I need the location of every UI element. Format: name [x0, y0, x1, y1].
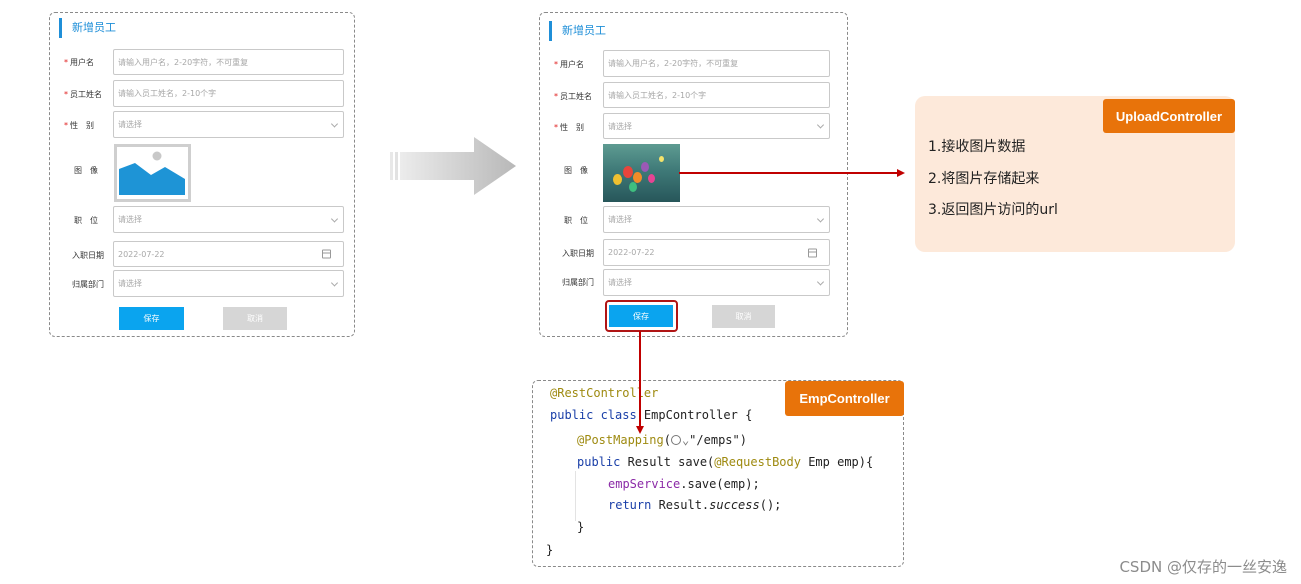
label-name: * 员工姓名	[554, 92, 592, 101]
calendar-icon	[808, 248, 817, 257]
chevron-down-icon	[816, 121, 825, 129]
balloon-icon	[641, 162, 649, 172]
chevron-down-icon	[330, 119, 339, 128]
code-line: public class EmpController {	[550, 408, 753, 422]
label-entry-date: 入职日期	[72, 251, 104, 260]
label-image: 图 像	[74, 166, 98, 175]
entry-date-picker[interactable]: 2022-07-22	[113, 241, 344, 267]
form-panel-before: 新增员工 * 用户名 请输入用户名，2-20字符，不可重复 * 员工姓名 请输入员工…	[49, 12, 355, 337]
code-line: @PostMapping(⌄"/emps")	[577, 433, 747, 447]
balloon-icon	[648, 174, 655, 183]
upload-controller-tag: UploadController	[1103, 99, 1235, 133]
dept-select[interactable]: 请选择	[603, 269, 830, 296]
upload-step-1: 1.接收图片数据	[928, 139, 1026, 155]
job-select[interactable]: 请选择	[113, 206, 344, 233]
watermark: CSDN @仅存的一丝安逸	[1119, 558, 1287, 576]
save-button[interactable]: 保存	[119, 307, 184, 330]
label-job: 职 位	[74, 216, 98, 225]
upload-step-2: 2.将图片存储起来	[928, 171, 1040, 187]
calendar-icon	[322, 249, 331, 259]
code-line: @RestController	[550, 386, 659, 400]
job-select[interactable]: 请选择	[603, 206, 830, 233]
emp-controller-tag: EmpController	[785, 381, 904, 416]
label-gender: * 性 别	[554, 123, 584, 132]
chevron-down-icon	[816, 214, 825, 223]
transition-arrow	[390, 137, 516, 195]
balloon-icon	[613, 174, 622, 185]
label-dept: 归属部门	[562, 278, 594, 287]
balloon-icon	[659, 156, 664, 162]
code-line: public Result save(@RequestBody Emp emp)…	[577, 455, 874, 469]
dept-select[interactable]: 请选择	[113, 270, 344, 297]
username-input[interactable]: 请输入用户名，2-20字符，不可重复	[603, 50, 830, 77]
label-entry-date: 入职日期	[562, 249, 594, 258]
label-username: * 用户名	[554, 60, 584, 69]
name-input[interactable]: 请输入员工姓名，2-10个字	[113, 80, 344, 107]
gender-select[interactable]: 请选择	[113, 111, 344, 138]
code-line: empService.save(emp);	[608, 477, 760, 491]
image-upload-placeholder[interactable]	[114, 144, 191, 202]
chevron-down-icon	[330, 278, 339, 287]
balloon-icon	[629, 182, 637, 192]
label-job: 职 位	[564, 216, 588, 225]
gender-select[interactable]: 请选择	[603, 113, 830, 139]
cancel-button[interactable]: 取消	[223, 307, 287, 330]
code-indent-guide	[575, 471, 576, 521]
chevron-down-icon	[816, 277, 825, 286]
label-dept: 归属部门	[72, 280, 104, 289]
name-input[interactable]: 请输入员工姓名，2-10个字	[603, 82, 830, 108]
code-line: return Result.success();	[608, 498, 782, 512]
balloon-icon	[623, 166, 633, 178]
label-name: * 员工姓名	[64, 90, 102, 99]
code-line: }	[546, 543, 554, 557]
code-line: }	[577, 520, 585, 534]
label-gender: * 性 别	[64, 121, 94, 130]
form-panel-after: 新增员工 * 用户名 请输入用户名，2-20字符，不可重复 * 员工姓名 请输入员工…	[539, 12, 848, 337]
label-image: 图 像	[564, 166, 588, 175]
image-placeholder-icon	[117, 147, 188, 199]
form-title: 新增员工	[59, 18, 116, 38]
cancel-button[interactable]: 取消	[712, 305, 775, 328]
save-button[interactable]: 保存	[609, 305, 673, 327]
form-title: 新增员工	[549, 21, 606, 41]
username-input[interactable]: 请输入用户名，2-20字符，不可重复	[113, 49, 344, 75]
label-username: * 用户名	[64, 58, 94, 67]
chevron-down-icon	[330, 214, 339, 223]
upload-step-3: 3.返回图片访问的url	[928, 202, 1058, 218]
globe-icon	[670, 435, 681, 445]
uploaded-image[interactable]	[603, 144, 680, 202]
entry-date-picker[interactable]: 2022-07-22	[603, 239, 830, 266]
